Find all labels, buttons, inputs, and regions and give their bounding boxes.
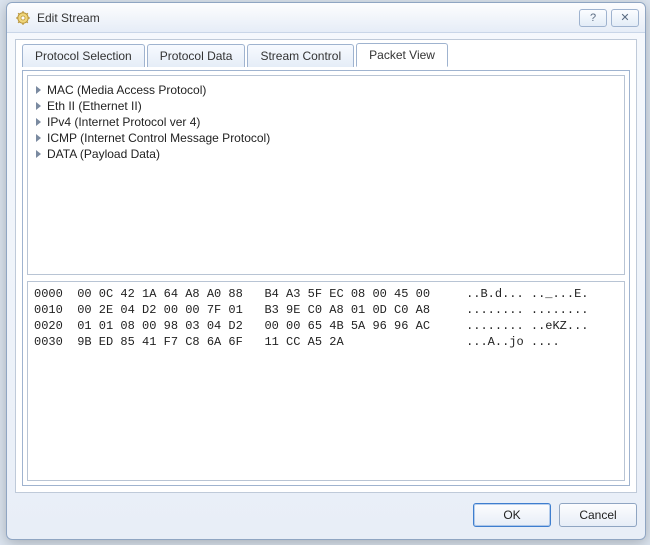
tree-item-ethii[interactable]: Eth II (Ethernet II)	[34, 98, 618, 114]
client-area: Protocol Selection Protocol Data Stream …	[15, 39, 637, 493]
expand-icon[interactable]	[36, 134, 41, 142]
expand-icon[interactable]	[36, 86, 41, 94]
expand-icon[interactable]	[36, 118, 41, 126]
protocol-tree[interactable]: MAC (Media Access Protocol) Eth II (Ethe…	[27, 75, 625, 275]
gear-icon	[15, 10, 31, 26]
cancel-button[interactable]: Cancel	[559, 503, 637, 527]
expand-icon[interactable]	[36, 102, 41, 110]
tree-item-ipv4[interactable]: IPv4 (Internet Protocol ver 4)	[34, 114, 618, 130]
close-button[interactable]: ✕	[611, 9, 639, 27]
titlebar[interactable]: Edit Stream ? ✕	[7, 3, 645, 33]
help-button[interactable]: ?	[579, 9, 607, 27]
tree-item-label: MAC (Media Access Protocol)	[47, 83, 206, 97]
tab-packet-view[interactable]: Packet View	[356, 43, 448, 67]
tree-item-mac[interactable]: MAC (Media Access Protocol)	[34, 82, 618, 98]
tabbar: Protocol Selection Protocol Data Stream …	[16, 40, 636, 66]
hex-dump[interactable]: 0000 00 0C 42 1A 64 A8 A0 88 B4 A3 5F EC…	[27, 281, 625, 481]
ok-button[interactable]: OK	[473, 503, 551, 527]
window-title: Edit Stream	[37, 11, 100, 25]
tab-protocol-selection[interactable]: Protocol Selection	[22, 44, 145, 67]
tree-item-label: DATA (Payload Data)	[47, 147, 160, 161]
tree-item-icmp[interactable]: ICMP (Internet Control Message Protocol)	[34, 130, 618, 146]
tree-item-label: ICMP (Internet Control Message Protocol)	[47, 131, 270, 145]
tree-item-label: Eth II (Ethernet II)	[47, 99, 142, 113]
tab-stream-control[interactable]: Stream Control	[247, 44, 354, 67]
dialog-window: Edit Stream ? ✕ Protocol Selection Proto…	[6, 2, 646, 540]
tabpage-packet-view: MAC (Media Access Protocol) Eth II (Ethe…	[22, 70, 630, 486]
tree-item-label: IPv4 (Internet Protocol ver 4)	[47, 115, 200, 129]
tab-protocol-data[interactable]: Protocol Data	[147, 44, 246, 67]
dialog-footer: OK Cancel	[15, 499, 637, 531]
tree-item-data[interactable]: DATA (Payload Data)	[34, 146, 618, 162]
expand-icon[interactable]	[36, 150, 41, 158]
